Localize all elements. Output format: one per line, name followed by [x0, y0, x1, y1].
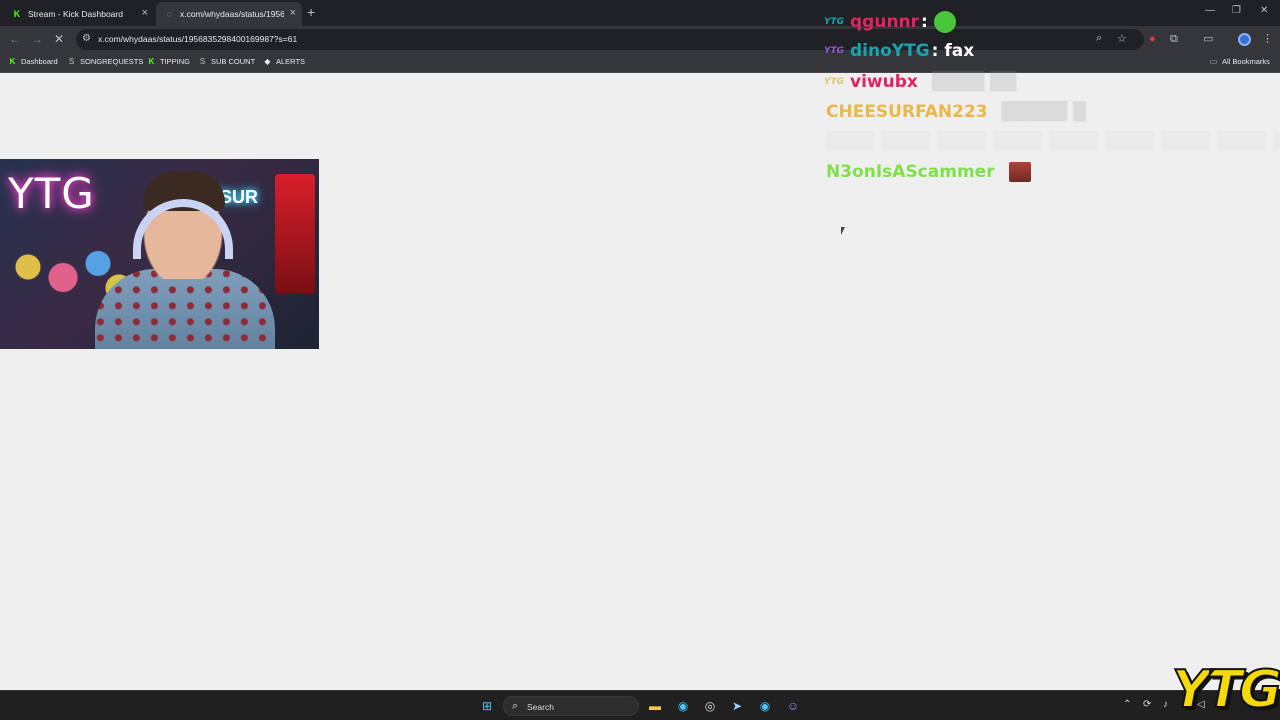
emote-icon [933, 11, 956, 33]
chat-text-faded: █████ █ [1001, 102, 1086, 122]
webcam-overlay: YTG ESUR [0, 159, 319, 349]
chat-message: N3onIsAScammer [826, 162, 1031, 182]
site-settings-icon[interactable]: ⚙ [82, 33, 91, 44]
tab-title: x.com/whydaas/status/195683 [180, 9, 284, 19]
tab-x-status[interactable]: ◌ x.com/whydaas/status/195683 × [156, 2, 302, 26]
ytg-badge: YTG [823, 46, 845, 56]
mouse-cursor [841, 227, 845, 235]
ytg-badge: YTG [823, 17, 845, 27]
tab-kick-dashboard[interactable]: K Stream - Kick Dashboard × [4, 2, 154, 26]
chat-message: YTG dinoYTG : fax [823, 41, 975, 61]
search-icon: ⌕ [512, 700, 519, 712]
neon-sign: YTG [8, 169, 95, 218]
claw-machine [275, 174, 315, 294]
taskbar-search-label: Search [527, 702, 554, 712]
chat-username: viwubx [850, 72, 918, 92]
chrome-icon[interactable]: ◉ [675, 698, 691, 714]
bookmark-sub-count[interactable]: S SUB COUNT [198, 57, 255, 66]
chat-message: CHEESURFAN223 █████ █ [826, 102, 1086, 122]
tray-chevron-icon[interactable]: ⌃ [1123, 699, 1131, 710]
back-arrow-icon[interactable]: ← [9, 32, 21, 46]
close-icon[interactable]: × [142, 8, 148, 19]
emote-icon [1008, 162, 1031, 182]
kick-icon: K [148, 57, 155, 66]
obs-icon[interactable]: ◎ [702, 698, 718, 714]
bookmark-label: ALERTS [276, 57, 306, 66]
bookmark-songrequests[interactable]: S SONGREQUESTS [67, 57, 144, 66]
bookmark-label: Dashboard [21, 57, 58, 66]
streamer-shirt [95, 269, 275, 349]
chat-username: CHEESURFAN223 [826, 102, 988, 122]
tab-title: Stream - Kick Dashboard [28, 9, 123, 19]
chat-text-faded: ████ ██ [931, 72, 1017, 92]
chat-overlay: YTG qgunnr : YTG dinoYTG : fax YTG viwub… [823, 0, 1280, 200]
taskbar: ⊞ ⌕ Search ▬ ◉ ◎ ➤ ◉ ☺ ⌃ ⟳ ♪ ◁ [0, 690, 1280, 720]
bookmark-alerts[interactable]: ◆ ALERTS [263, 57, 305, 66]
chat-text: : fax [931, 41, 975, 61]
diamond-icon: ◆ [264, 57, 271, 66]
discord-icon[interactable]: ☺ [785, 698, 801, 714]
microphone-icon[interactable]: ♪ [1163, 699, 1168, 710]
loading-icon: ◌ [166, 9, 172, 19]
streamelements-icon: S [199, 57, 206, 66]
screen: K Stream - Kick Dashboard × ◌ x.com/whyd… [0, 0, 1280, 720]
steam-icon[interactable]: ➤ [729, 698, 745, 714]
bookmark-label: TIPPING [160, 57, 191, 66]
chat-message: YTG qgunnr : [823, 11, 956, 33]
chat-text: : [921, 12, 928, 32]
tray-app-icon[interactable]: ⟳ [1143, 699, 1151, 710]
taskbar-search[interactable]: ⌕ Search [503, 696, 639, 716]
chat-username: qgunnr [850, 12, 920, 32]
streamelements-icon: S [68, 57, 75, 66]
kick-icon: K [9, 57, 16, 66]
chat-username: N3onIsAScammer [826, 162, 995, 182]
forward-arrow-icon[interactable]: → [31, 32, 43, 46]
bookmark-label: SUB COUNT [211, 57, 256, 66]
chrome-icon-2[interactable]: ◉ [757, 698, 773, 714]
ytg-watermark-logo: YTG [1171, 659, 1280, 720]
kick-icon: K [13, 9, 21, 19]
bookmark-tipping[interactable]: K TIPPING [147, 57, 190, 66]
file-explorer-icon[interactable]: ▬ [647, 698, 663, 714]
chat-faded-line [826, 131, 1280, 151]
new-tab-plus-icon[interactable]: + [307, 5, 315, 19]
chat-message: YTG viwubx ████ ██ [823, 72, 1017, 92]
bookmark-label: SONGREQUESTS [80, 57, 144, 66]
stop-loading-icon[interactable]: ✕ [54, 32, 64, 46]
url-text: x.com/whydaas/status/1956835298400169987… [98, 34, 298, 44]
close-icon[interactable]: × [290, 8, 296, 19]
windows-start-icon[interactable]: ⊞ [479, 698, 495, 714]
ytg-badge: YTG [823, 77, 845, 87]
chat-username: dinoYTG [850, 41, 930, 61]
bookmark-dashboard[interactable]: K Dashboard [8, 57, 58, 66]
